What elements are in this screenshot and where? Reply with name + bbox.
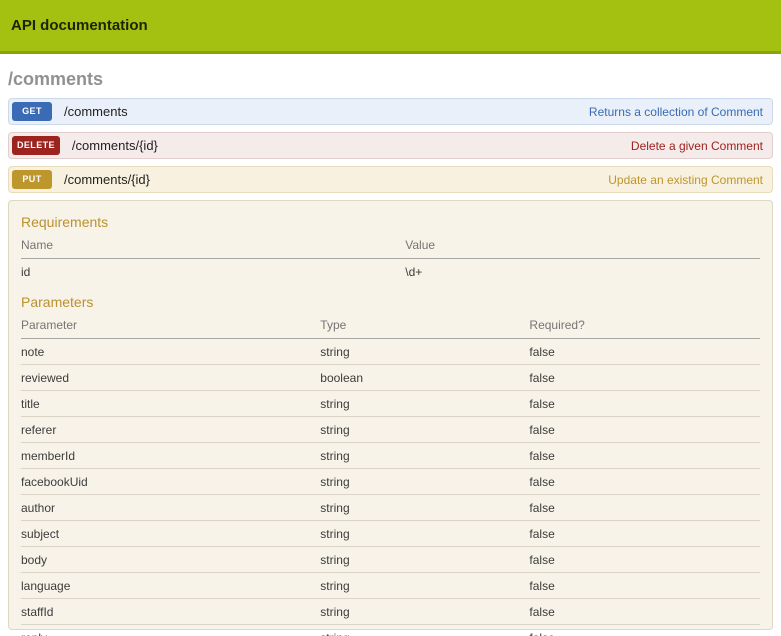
parameter-required-cell: false xyxy=(529,449,760,463)
parameter-row: subject string false xyxy=(21,521,760,547)
parameters-col-type: Type xyxy=(320,318,529,332)
parameter-type-cell: string xyxy=(320,631,529,636)
parameter-row: language string false xyxy=(21,573,760,599)
parameters-heading: Parameters xyxy=(21,294,760,310)
parameter-type-cell: string xyxy=(320,397,529,411)
requirements-table: Name Value id \d+ xyxy=(21,233,760,284)
parameter-name-cell: author xyxy=(21,501,320,515)
parameter-type-cell: string xyxy=(320,345,529,359)
parameters-col-required: Required? xyxy=(529,318,760,332)
parameter-type-cell: string xyxy=(320,449,529,463)
parameter-type-cell: string xyxy=(320,423,529,437)
endpoint-path: /comments/{id} xyxy=(72,138,158,153)
parameter-name-cell: reviewed xyxy=(21,371,320,385)
parameters-col-parameter: Parameter xyxy=(21,318,320,332)
parameter-type-cell: string xyxy=(320,553,529,567)
parameter-name-cell: body xyxy=(21,553,320,567)
parameter-required-cell: false xyxy=(529,475,760,489)
parameter-row: reply string false xyxy=(21,625,760,636)
parameter-required-cell: false xyxy=(529,553,760,567)
requirement-row: id \d+ xyxy=(21,259,760,284)
requirements-heading: Requirements xyxy=(21,214,760,230)
parameter-required-cell: false xyxy=(529,527,760,541)
put-detail-panel: Requirements Name Value id \d+ Parameter… xyxy=(8,200,773,630)
requirements-col-name: Name xyxy=(21,238,405,252)
parameter-name-cell: title xyxy=(21,397,320,411)
parameter-name-cell: subject xyxy=(21,527,320,541)
parameter-type-cell: string xyxy=(320,579,529,593)
endpoint-row[interactable]: PUT /comments/{id} Update an existing Co… xyxy=(8,166,773,193)
parameter-name-cell: language xyxy=(21,579,320,593)
parameter-type-cell: string xyxy=(320,605,529,619)
parameter-row: memberId string false xyxy=(21,443,760,469)
parameter-required-cell: false xyxy=(529,501,760,515)
parameter-name-cell: memberId xyxy=(21,449,320,463)
parameter-row: reviewed boolean false xyxy=(21,365,760,391)
endpoint-path: /comments xyxy=(64,104,128,119)
parameter-name-cell: note xyxy=(21,345,320,359)
section-title: /comments xyxy=(8,69,773,90)
parameter-required-cell: false xyxy=(529,579,760,593)
parameter-row: facebookUid string false xyxy=(21,469,760,495)
endpoint-row[interactable]: GET /comments Returns a collection of Co… xyxy=(8,98,773,125)
parameters-table: Parameter Type Required? note string fal… xyxy=(21,313,760,636)
content: /comments GET /comments Returns a collec… xyxy=(0,69,781,630)
endpoint-description: Returns a collection of Comment xyxy=(589,105,763,119)
endpoint-description: Delete a given Comment xyxy=(631,139,763,153)
parameter-required-cell: false xyxy=(529,371,760,385)
parameter-type-cell: boolean xyxy=(320,371,529,385)
endpoint-row[interactable]: DELETE /comments/{id} Delete a given Com… xyxy=(8,132,773,159)
http-method-badge: PUT xyxy=(12,170,52,189)
parameters-table-header: Parameter Type Required? xyxy=(21,313,760,339)
endpoint-description: Update an existing Comment xyxy=(608,173,763,187)
parameter-row: author string false xyxy=(21,495,760,521)
parameter-type-cell: string xyxy=(320,527,529,541)
parameter-type-cell: string xyxy=(320,475,529,489)
parameter-row: body string false xyxy=(21,547,760,573)
requirements-rows: id \d+ xyxy=(21,259,760,284)
parameter-required-cell: false xyxy=(529,631,760,636)
parameter-name-cell: referer xyxy=(21,423,320,437)
parameter-name-cell: reply xyxy=(21,631,320,636)
parameter-type-cell: string xyxy=(320,501,529,515)
requirements-table-header: Name Value xyxy=(21,233,760,259)
parameter-row: staffId string false xyxy=(21,599,760,625)
app-header: API documentation xyxy=(0,0,781,54)
requirement-value-cell: \d+ xyxy=(405,265,760,279)
endpoint-list: GET /comments Returns a collection of Co… xyxy=(8,98,773,193)
requirement-name-cell: id xyxy=(21,265,405,279)
parameter-required-cell: false xyxy=(529,605,760,619)
http-method-badge: GET xyxy=(12,102,52,121)
parameter-name-cell: facebookUid xyxy=(21,475,320,489)
page-title: API documentation xyxy=(11,17,148,34)
parameters-rows: note string false reviewed boolean false… xyxy=(21,339,760,636)
parameter-row: note string false xyxy=(21,339,760,365)
parameter-row: referer string false xyxy=(21,417,760,443)
parameter-row: title string false xyxy=(21,391,760,417)
parameter-required-cell: false xyxy=(529,397,760,411)
endpoint-path: /comments/{id} xyxy=(64,172,150,187)
parameter-name-cell: staffId xyxy=(21,605,320,619)
http-method-badge: DELETE xyxy=(12,136,60,155)
parameter-required-cell: false xyxy=(529,423,760,437)
parameter-required-cell: false xyxy=(529,345,760,359)
requirements-col-value: Value xyxy=(405,238,760,252)
